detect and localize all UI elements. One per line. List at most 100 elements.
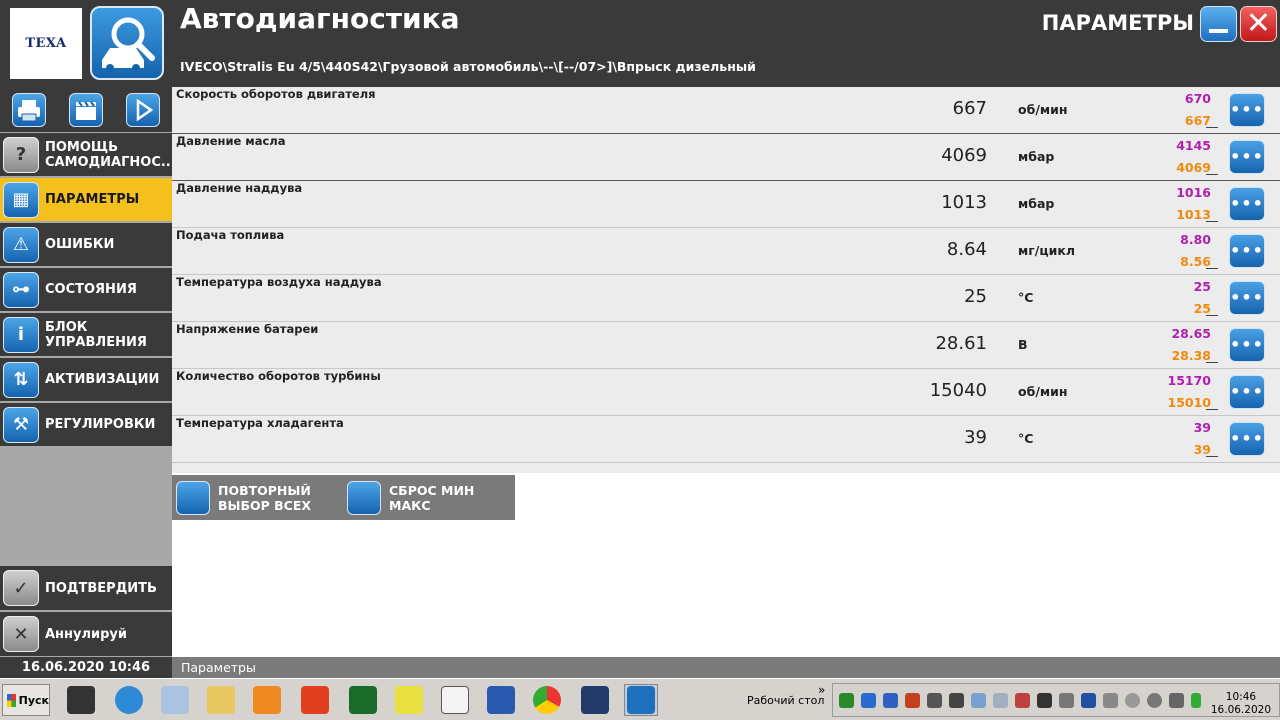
parameter-max: 15170	[1167, 373, 1212, 388]
sidebar-item-activations[interactable]: ⇅ АКТИВИЗАЦИИ	[0, 358, 172, 401]
sidebar-item-label: ПОМОЩЬ САМОДИАГНОС...	[45, 139, 176, 170]
tray-icon[interactable]	[1081, 693, 1096, 708]
minimize-icon[interactable]	[1200, 6, 1237, 42]
parameter-row[interactable]: Температура хладагента 39 °C 39 39 •••	[172, 416, 1280, 463]
more-options-button[interactable]: •••	[1229, 422, 1265, 456]
desktop-label[interactable]: Рабочий стол	[747, 694, 824, 707]
taskbar-app-texa[interactable]	[624, 684, 658, 716]
tray-icon[interactable]	[861, 693, 876, 708]
parameter-min: 39	[1193, 442, 1211, 457]
sidebar-item-label: ОШИБКИ	[45, 237, 115, 252]
parameter-value: 1013	[941, 192, 987, 213]
divider	[1206, 221, 1218, 222]
cancel-button[interactable]: ✕ Аннулируй	[0, 612, 172, 656]
divider	[1206, 362, 1218, 363]
clapperboard-icon[interactable]	[69, 93, 103, 127]
parameter-name: Подача топлива	[176, 228, 285, 242]
sidebar-item-states[interactable]: ⊶ СОСТОЯНИЯ	[0, 268, 172, 311]
parameter-row[interactable]: Количество оборотов турбины 15040 об/мин…	[172, 369, 1280, 416]
sidebar-item-label: ПАРАМЕТРЫ	[45, 192, 140, 207]
sidebar-item-label: СОСТОЯНИЯ	[45, 282, 137, 297]
clock-date: 16.06.2020	[1210, 704, 1271, 716]
sidebar-item-help[interactable]: ? ПОМОЩЬ САМОДИАГНОС...	[0, 133, 176, 176]
parameter-row[interactable]: Давление наддува 1013 мбар 1016 1013 •••	[172, 181, 1280, 228]
parameter-name: Давление масла	[176, 134, 286, 148]
parameter-row[interactable]: Подача топлива 8.64 мг/цикл 8.80 8.56 ••…	[172, 228, 1280, 275]
taskbar-app-6[interactable]	[578, 684, 612, 716]
clock[interactable]: 10:46 16.06.2020	[1211, 691, 1271, 717]
tray-icon[interactable]	[1103, 693, 1118, 708]
taskbar-app-media[interactable]	[250, 684, 284, 716]
parameter-row[interactable]: Температура воздуха наддува 25 °C 25 25 …	[172, 275, 1280, 322]
taskbar-app-ie[interactable]	[112, 684, 146, 716]
taskbar-app-explorer[interactable]	[204, 684, 238, 716]
grid-icon: ▦	[3, 181, 39, 218]
tray-icon[interactable]	[905, 693, 920, 708]
start-button[interactable]: Пуск	[2, 684, 50, 716]
parameter-row[interactable]: Напряжение батареи 28.61 В 28.65 28.38 •…	[172, 322, 1280, 369]
more-options-button[interactable]: •••	[1229, 281, 1265, 315]
more-options-button[interactable]: •••	[1229, 234, 1265, 268]
parameter-name: Напряжение батареи	[176, 322, 319, 336]
printer-icon[interactable]	[12, 93, 46, 127]
taskbar-app-5[interactable]	[392, 684, 426, 716]
eraser-icon	[347, 480, 381, 515]
taskbar-app-chrome[interactable]	[530, 684, 564, 716]
bluetooth-icon[interactable]	[883, 693, 898, 708]
taskbar-app-tools[interactable]	[298, 684, 332, 716]
header: TEXA Автодиагностика IVECO\Stralis Eu 4/…	[0, 0, 1280, 87]
start-label: Пуск	[18, 693, 49, 707]
signal-icon[interactable]	[1191, 693, 1201, 708]
play-icon[interactable]	[126, 93, 160, 127]
ed-icon	[441, 686, 469, 714]
tray-icon[interactable]	[927, 693, 942, 708]
parameter-unit: мбар	[1018, 149, 1055, 164]
parameter-name: Температура воздуха наддува	[176, 275, 382, 289]
car-diagnostics-icon	[627, 686, 655, 714]
tray-icon[interactable]	[1037, 693, 1052, 708]
more-options-button[interactable]: •••	[1229, 140, 1265, 174]
tray-icon[interactable]	[1169, 693, 1184, 708]
reselect-all-button[interactable]: ПОВТОРНЫЙ ВЫБОР ВСЕХ	[174, 475, 311, 520]
more-options-button[interactable]: •••	[1229, 375, 1265, 409]
parameter-value: 15040	[929, 380, 987, 401]
sidebar-item-control-unit[interactable]: i БЛОК УПРАВЛЕНИЯ	[0, 313, 172, 356]
select-icon	[176, 480, 210, 515]
tray-icon[interactable]	[971, 693, 986, 708]
vehicle-path: IVECO\Stralis Eu 4/5\440S42\Грузовой авт…	[180, 59, 756, 74]
parameter-row[interactable]: Скорость оборотов двигателя 667 об/мин 6…	[172, 87, 1280, 134]
tray-icon[interactable]	[993, 693, 1008, 708]
taskbar-app-scope[interactable]	[346, 684, 380, 716]
reset-min-max-button[interactable]: СБРОС МИН МАКС	[345, 475, 515, 520]
parameter-max: 39	[1193, 420, 1211, 435]
checkmark-icon: ✓	[3, 570, 39, 606]
sidebar-item-label: АКТИВИЗАЦИИ	[45, 372, 160, 387]
more-options-button[interactable]: •••	[1229, 93, 1265, 127]
parameter-unit: мг/цикл	[1018, 243, 1075, 258]
sidebar-item-errors[interactable]: ⚠ ОШИБКИ	[0, 223, 172, 266]
taskbar-app-calc[interactable]	[158, 684, 192, 716]
close-icon[interactable]: ✕	[1240, 6, 1277, 42]
confirm-label: ПОДТВЕРДИТЬ	[45, 580, 157, 596]
tray-icon[interactable]	[1125, 693, 1140, 708]
confirm-button[interactable]: ✓ ПОДТВЕРДИТЬ	[0, 566, 172, 610]
windows-icon	[7, 693, 16, 707]
taskbar-app-ed[interactable]	[438, 684, 472, 716]
tray-icon[interactable]	[839, 693, 854, 708]
tray-icon[interactable]	[1059, 693, 1074, 708]
volume-icon[interactable]	[1015, 693, 1030, 708]
taskbar-app-word[interactable]	[484, 684, 518, 716]
chevron-icon[interactable]: »	[818, 683, 825, 697]
help-icon: ?	[3, 136, 39, 173]
parameter-min: 667	[1184, 113, 1211, 128]
tray-icon[interactable]	[949, 693, 964, 708]
parameter-unit: об/мин	[1018, 102, 1068, 117]
sidebar-item-parameters[interactable]: ▦ ПАРАМЕТРЫ	[0, 178, 172, 221]
more-options-button[interactable]: •••	[1229, 187, 1265, 221]
sidebar-item-adjustments[interactable]: ⚒ РЕГУЛИРОВКИ	[0, 403, 172, 446]
tray-icon[interactable]	[1147, 693, 1162, 708]
parameter-row[interactable]: Давление масла 4069 мбар 4145 4069 •••	[172, 134, 1280, 181]
divider	[1206, 409, 1218, 410]
more-options-button[interactable]: •••	[1229, 328, 1265, 362]
taskbar-app-1[interactable]	[64, 684, 98, 716]
